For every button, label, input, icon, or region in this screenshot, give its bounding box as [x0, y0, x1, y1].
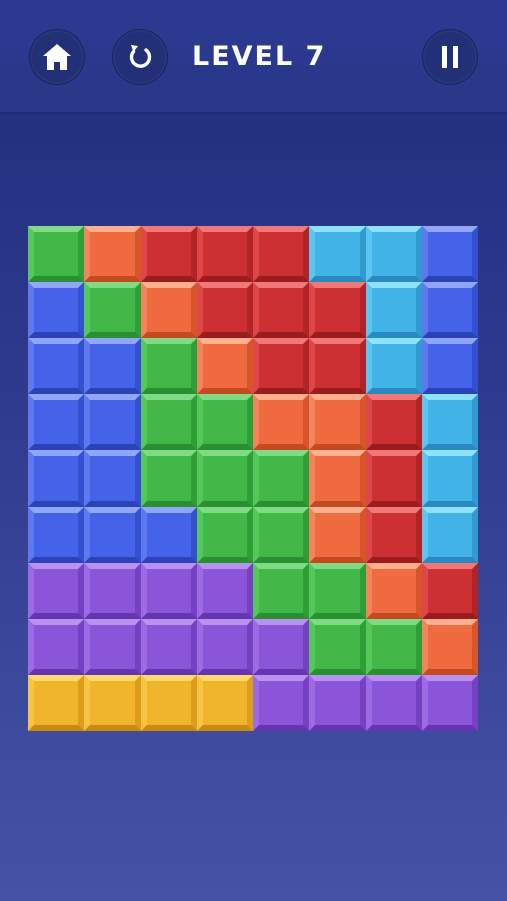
block-orange[interactable] [421, 618, 478, 675]
block-purple[interactable] [140, 562, 197, 619]
block-purple[interactable] [421, 674, 478, 731]
block-red[interactable] [253, 282, 310, 339]
block-blue[interactable] [421, 338, 478, 395]
block-orange[interactable] [309, 450, 366, 507]
block-blue[interactable] [28, 450, 85, 507]
block-blue[interactable] [28, 394, 85, 451]
block-green[interactable] [196, 506, 253, 563]
block-purple[interactable] [253, 618, 310, 675]
block-purple[interactable] [196, 618, 253, 675]
restart-icon [129, 45, 152, 68]
game-board [28, 226, 478, 731]
restart-button[interactable] [112, 29, 168, 85]
block-blue[interactable] [140, 506, 197, 563]
block-green[interactable] [253, 562, 310, 619]
block-yellow[interactable] [84, 674, 141, 731]
block-red[interactable] [421, 562, 478, 619]
block-cyan[interactable] [309, 226, 366, 283]
home-icon [43, 44, 71, 70]
block-purple[interactable] [140, 618, 197, 675]
block-red[interactable] [365, 394, 422, 451]
block-blue[interactable] [84, 394, 141, 451]
block-red[interactable] [309, 282, 366, 339]
block-green[interactable] [140, 338, 197, 395]
block-green[interactable] [309, 562, 366, 619]
block-blue[interactable] [421, 282, 478, 339]
block-green[interactable] [253, 450, 310, 507]
block-purple[interactable] [365, 674, 422, 731]
block-purple[interactable] [28, 562, 85, 619]
block-purple[interactable] [28, 618, 85, 675]
block-yellow[interactable] [28, 674, 85, 731]
block-green[interactable] [140, 394, 197, 451]
block-cyan[interactable] [365, 338, 422, 395]
block-blue[interactable] [28, 506, 85, 563]
block-red[interactable] [140, 226, 197, 283]
block-orange[interactable] [309, 394, 366, 451]
block-red[interactable] [365, 506, 422, 563]
block-red[interactable] [365, 450, 422, 507]
block-green[interactable] [196, 394, 253, 451]
block-blue[interactable] [84, 506, 141, 563]
block-purple[interactable] [84, 618, 141, 675]
block-blue[interactable] [421, 226, 478, 283]
block-blue[interactable] [84, 338, 141, 395]
block-green[interactable] [365, 618, 422, 675]
block-orange[interactable] [253, 394, 310, 451]
block-purple[interactable] [309, 674, 366, 731]
pause-icon [442, 46, 458, 68]
block-cyan[interactable] [365, 282, 422, 339]
block-blue[interactable] [28, 338, 85, 395]
block-green[interactable] [84, 282, 141, 339]
block-orange[interactable] [84, 226, 141, 283]
block-orange[interactable] [309, 506, 366, 563]
home-button[interactable] [29, 29, 85, 85]
top-bar: LEVEL 7 [0, 0, 507, 112]
block-cyan[interactable] [365, 226, 422, 283]
level-title: LEVEL 7 [192, 41, 327, 72]
block-green[interactable] [140, 450, 197, 507]
block-orange[interactable] [140, 282, 197, 339]
block-green[interactable] [253, 506, 310, 563]
block-orange[interactable] [196, 338, 253, 395]
block-green[interactable] [28, 226, 85, 283]
block-purple[interactable] [84, 562, 141, 619]
block-cyan[interactable] [421, 506, 478, 563]
block-yellow[interactable] [196, 674, 253, 731]
block-purple[interactable] [253, 674, 310, 731]
block-blue[interactable] [84, 450, 141, 507]
block-red[interactable] [253, 338, 310, 395]
block-orange[interactable] [365, 562, 422, 619]
block-yellow[interactable] [140, 674, 197, 731]
block-purple[interactable] [196, 562, 253, 619]
block-red[interactable] [196, 226, 253, 283]
block-red[interactable] [309, 338, 366, 395]
block-green[interactable] [309, 618, 366, 675]
block-cyan[interactable] [421, 394, 478, 451]
pause-button[interactable] [422, 29, 478, 85]
block-cyan[interactable] [421, 450, 478, 507]
block-green[interactable] [196, 450, 253, 507]
block-blue[interactable] [28, 282, 85, 339]
block-red[interactable] [253, 226, 310, 283]
block-red[interactable] [196, 282, 253, 339]
